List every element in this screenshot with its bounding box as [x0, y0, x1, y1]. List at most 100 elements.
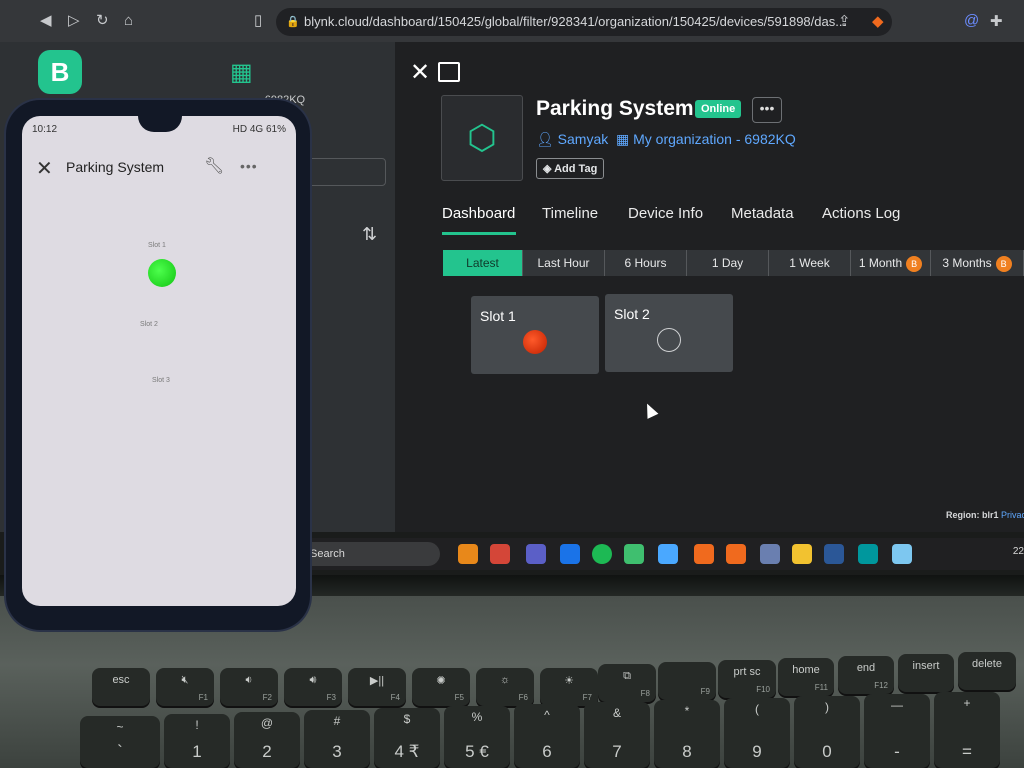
arduino-icon[interactable] [858, 544, 878, 564]
bug-app-icon[interactable] [760, 544, 780, 564]
browser-toolbar: ◀ ▷ ↻ ⌂ ▯ 🔒 blynk.cloud/dashboard/150425… [0, 0, 1024, 42]
key-label: insert [912, 660, 940, 672]
key-home[interactable]: home F11 [778, 658, 834, 696]
premium-lock-icon: B [906, 255, 923, 272]
more-options-button[interactable]: ••• [752, 97, 782, 123]
key-f8[interactable]: ⧉ F8 [598, 664, 656, 702]
organization-link[interactable]: ▦ My organization - 6982KQ [616, 131, 796, 148]
key-9[interactable]: (9 [724, 698, 790, 768]
brave-beta-icon[interactable] [726, 544, 746, 564]
file-explorer-icon[interactable] [792, 544, 812, 564]
key-end[interactable]: end F12 [838, 656, 894, 694]
word-icon[interactable] [824, 544, 844, 564]
key-f3[interactable]: 🔊︎ F3 [284, 668, 342, 706]
key-backtick[interactable]: ~ ` [80, 716, 160, 768]
key-3[interactable]: #3 [304, 710, 370, 768]
sort-az-icon[interactable]: ⇅ [362, 224, 377, 245]
bookmark-icon[interactable]: ▯ [254, 12, 262, 30]
key-6[interactable]: ^ 6 [514, 704, 580, 768]
device-cube-icon: ⬡ [441, 95, 523, 181]
key-label: end [856, 662, 876, 674]
calendar-icon[interactable] [560, 544, 580, 564]
add-tag-button[interactable]: ◈ Add Tag [536, 158, 605, 179]
photos-icon[interactable] [658, 544, 678, 564]
home-icon[interactable]: ⌂ [124, 12, 133, 30]
expand-icon[interactable] [438, 62, 460, 82]
range-3-months-label: 3 Months [942, 256, 992, 270]
key-sublabel: F11 [814, 683, 828, 692]
key-f5[interactable]: ✺ F5 [412, 668, 470, 706]
more-icon[interactable]: ••• [240, 158, 258, 174]
range-1-day[interactable]: 1 Day [687, 250, 769, 276]
widget-tile-slot-1[interactable]: Slot 1 [471, 296, 599, 374]
address-bar[interactable]: 🔒 blynk.cloud/dashboard/150425/global/fi… [276, 8, 892, 36]
range-last-hour[interactable]: Last Hour [523, 250, 605, 276]
forward-icon[interactable]: ▷ [68, 12, 80, 30]
led-indicator-off [657, 328, 681, 352]
range-1-month[interactable]: 1 Month B [851, 250, 931, 276]
key-delete[interactable]: delete [958, 652, 1016, 690]
key-sublabel: F5 [454, 693, 464, 702]
teams-icon[interactable] [526, 544, 546, 564]
tag-icon: ◈ [543, 163, 555, 175]
owner-link[interactable]: 👤︎ Samyak [536, 131, 608, 148]
app-icon-1[interactable] [458, 544, 478, 564]
reload-icon[interactable]: ↻ [96, 12, 109, 30]
key-label: = [962, 742, 972, 761]
key-5[interactable]: % 5 € [444, 706, 510, 768]
key-equals[interactable]: + = [934, 692, 1000, 768]
extension-at-icon[interactable]: @ [964, 12, 979, 29]
key-esc[interactable]: esc [92, 668, 150, 706]
key-label: 6 [542, 742, 552, 761]
organization-icon[interactable]: ▦ [230, 58, 253, 87]
range-1-week[interactable]: 1 Week [769, 250, 851, 276]
key-label: 3 [332, 742, 342, 761]
range-latest[interactable]: Latest [443, 250, 523, 276]
tab-metadata[interactable]: Metadata [731, 205, 794, 222]
key-0[interactable]: ) 0 [794, 696, 860, 768]
key-sublabel: F4 [390, 693, 400, 702]
key-f9[interactable]: F9 [658, 662, 716, 700]
key-minus[interactable]: — - [864, 694, 930, 768]
brave-shield-icon[interactable]: ◆ [872, 12, 884, 30]
share-icon[interactable]: ⇪ [838, 12, 851, 30]
taskbar-search[interactable]: Search [290, 542, 440, 566]
widget-tile-slot-2[interactable]: Slot 2 [605, 294, 733, 372]
blynk-logo[interactable]: B [38, 50, 82, 94]
key-shift-label: & [612, 706, 621, 720]
taskbar-clock: 22 [1012, 546, 1024, 557]
key-f4[interactable]: ▶|| F4 [348, 668, 406, 706]
key-2[interactable]: @2 [234, 712, 300, 768]
close-icon[interactable]: ✕ [36, 156, 53, 181]
key-4[interactable]: $4 ₹ [374, 708, 440, 768]
tab-device-info[interactable]: Device Info [628, 205, 703, 222]
key-prtsc[interactable]: prt sc F10 [718, 660, 776, 698]
tab-timeline[interactable]: Timeline [542, 205, 598, 222]
lock-icon: 🔒 [286, 16, 300, 28]
tab-dashboard[interactable]: Dashboard [442, 205, 515, 222]
range-3-months[interactable]: 3 Months B [931, 250, 1024, 276]
key-7[interactable]: & 7 [584, 702, 650, 768]
widget-title: Slot 1 [480, 308, 516, 324]
notepad-icon[interactable] [892, 544, 912, 564]
key-f2[interactable]: 🔉︎ F2 [220, 668, 278, 706]
gmail-icon[interactable] [490, 544, 510, 564]
extensions-puzzle-icon[interactable]: ✚ [990, 12, 1003, 30]
privacy-link[interactable]: Privac [1001, 510, 1024, 520]
url-text: blynk.cloud/dashboard/150425/global/filt… [304, 14, 847, 29]
spotify-icon[interactable] [592, 544, 612, 564]
close-icon[interactable]: ✕ [410, 58, 430, 87]
key-label: ` [117, 742, 123, 761]
brave-icon[interactable] [694, 544, 714, 564]
chat-app-icon[interactable] [624, 544, 644, 564]
key-8[interactable]: * 8 [654, 700, 720, 768]
key-f1[interactable]: 🔇︎ F1 [156, 668, 214, 706]
key-f7[interactable]: ☀ F7 [540, 668, 598, 706]
range-6-hours[interactable]: 6 Hours [605, 250, 687, 276]
key-insert[interactable]: insert [898, 654, 954, 692]
tab-actions-log[interactable]: Actions Log [822, 205, 900, 222]
key-1[interactable]: ! 1 [164, 714, 230, 768]
wrench-icon[interactable]: 🔧︎ [204, 156, 224, 176]
key-f6[interactable]: ☼ F6 [476, 668, 534, 706]
back-icon[interactable]: ◀ [40, 12, 52, 30]
